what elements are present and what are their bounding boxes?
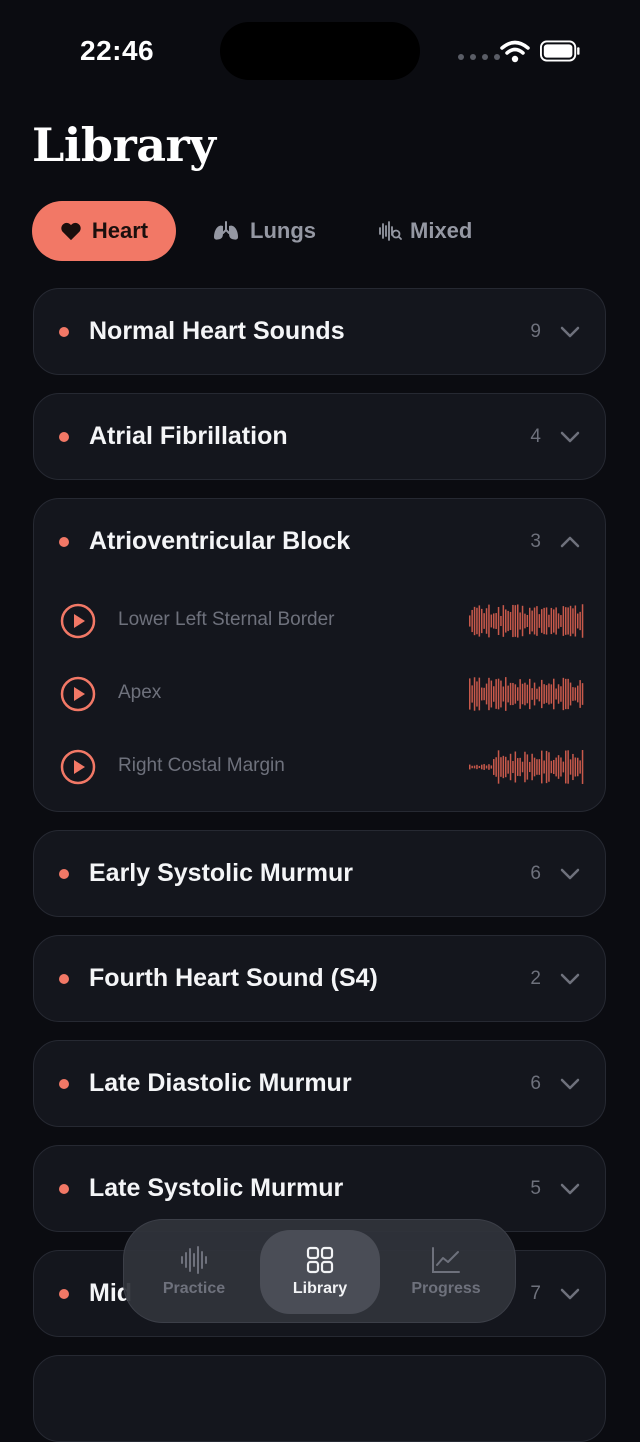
category-card[interactable]: Atrial Fibrillation 4 [33, 393, 606, 480]
category-header[interactable]: Atrial Fibrillation 4 [34, 394, 605, 480]
category-card[interactable]: Normal Heart Sounds 9 [33, 288, 606, 375]
category-count: 4 [530, 426, 541, 447]
category-card[interactable]: Fourth Heart Sound (S4) 2 [33, 935, 606, 1022]
category-count: 3 [530, 531, 541, 552]
dynamic-island [220, 22, 420, 80]
grid-icon [306, 1246, 334, 1274]
recording-row[interactable]: Lower Left Sternal Border [34, 591, 605, 651]
segment-mixed[interactable]: Mixed [378, 201, 498, 261]
category-card[interactable]: Early Systolic Murmur 6 [33, 830, 606, 917]
category-title: Atrioventricular Block [89, 527, 351, 555]
segment-label: Mixed [410, 218, 473, 243]
chevron-up-icon [560, 536, 580, 548]
category-header[interactable]: Normal Heart Sounds 9 [34, 289, 605, 375]
category-count: 7 [530, 1283, 541, 1304]
tab-label: Library [292, 1280, 348, 1297]
cellular-signal-icon [458, 54, 500, 60]
recording-label: Apex [118, 682, 162, 703]
category-count: 5 [530, 1178, 541, 1199]
tab-library[interactable]: Library [260, 1230, 380, 1314]
chevron-down-icon [560, 868, 580, 880]
segment-label: Heart [91, 218, 149, 243]
category-count: 2 [530, 968, 541, 989]
category-dot [59, 537, 69, 547]
category-dot [59, 432, 69, 442]
segment-label: Lungs [250, 218, 316, 243]
category-title: Normal Heart Sounds [89, 317, 345, 345]
category-title: Atrial Fibrillation [89, 422, 288, 450]
category-header[interactable]: Late Diastolic Murmur 6 [34, 1041, 605, 1127]
category-dot [59, 1184, 69, 1194]
category-card[interactable]: Late Diastolic Murmur 6 [33, 1040, 606, 1127]
waveform-thumbnail [469, 677, 584, 711]
waveform-thumbnail [469, 750, 584, 784]
category-count: 9 [530, 321, 541, 342]
tab-progress[interactable]: Progress [386, 1230, 506, 1314]
recording-row[interactable]: Right Costal Margin [34, 737, 605, 797]
recording-label: Right Costal Margin [118, 755, 285, 776]
recording-label: Lower Left Sternal Border [118, 609, 335, 630]
chevron-down-icon [560, 1078, 580, 1090]
play-icon[interactable] [60, 676, 96, 712]
status-time: 22:46 [80, 35, 155, 66]
category-dot [59, 327, 69, 337]
chevron-down-icon [560, 1288, 580, 1300]
play-icon[interactable] [60, 603, 96, 639]
category-header[interactable]: Atrioventricular Block 3 [34, 499, 605, 585]
category-dot [59, 1289, 69, 1299]
category-dot [59, 869, 69, 879]
category-header[interactable]: Early Systolic Murmur 6 [34, 831, 605, 917]
category-card[interactable] [33, 1355, 606, 1442]
chevron-down-icon [560, 326, 580, 338]
waveform-icon [181, 1246, 207, 1274]
battery-icon [540, 40, 580, 62]
wifi-icon [500, 40, 530, 63]
tab-bar: Practice Library Progress [123, 1219, 516, 1323]
chart-icon [432, 1247, 460, 1273]
waveform-search-icon [379, 221, 402, 241]
category-dot [59, 1079, 69, 1089]
category-title: Late Systolic Murmur [89, 1174, 344, 1202]
category-title: Late Diastolic Murmur [89, 1069, 352, 1097]
category-dot [59, 974, 69, 984]
category-count: 6 [530, 863, 541, 884]
recording-row[interactable]: Apex [34, 664, 605, 724]
chevron-down-icon [560, 973, 580, 985]
tab-practice[interactable]: Practice [134, 1230, 254, 1314]
category-header[interactable]: Fourth Heart Sound (S4) 2 [34, 936, 605, 1022]
lungs-icon [214, 221, 238, 240]
segment-heart[interactable]: Heart [32, 201, 176, 261]
segment-lungs[interactable]: Lungs [212, 201, 332, 261]
category-card-expanded[interactable]: Atrioventricular Block 3 Lower Left Ster… [33, 498, 606, 812]
heart-icon [61, 222, 81, 241]
chevron-down-icon [560, 431, 580, 443]
tab-label: Progress [411, 1280, 481, 1297]
category-count: 6 [530, 1073, 541, 1094]
page-title: Library [32, 118, 216, 172]
status-bar: 22:46 [0, 0, 640, 100]
play-icon[interactable] [60, 749, 96, 785]
waveform-thumbnail [469, 604, 584, 638]
tab-label: Practice [162, 1280, 226, 1297]
category-title: Early Systolic Murmur [89, 859, 353, 887]
chevron-down-icon [560, 1183, 580, 1195]
category-title: Fourth Heart Sound (S4) [89, 964, 378, 992]
